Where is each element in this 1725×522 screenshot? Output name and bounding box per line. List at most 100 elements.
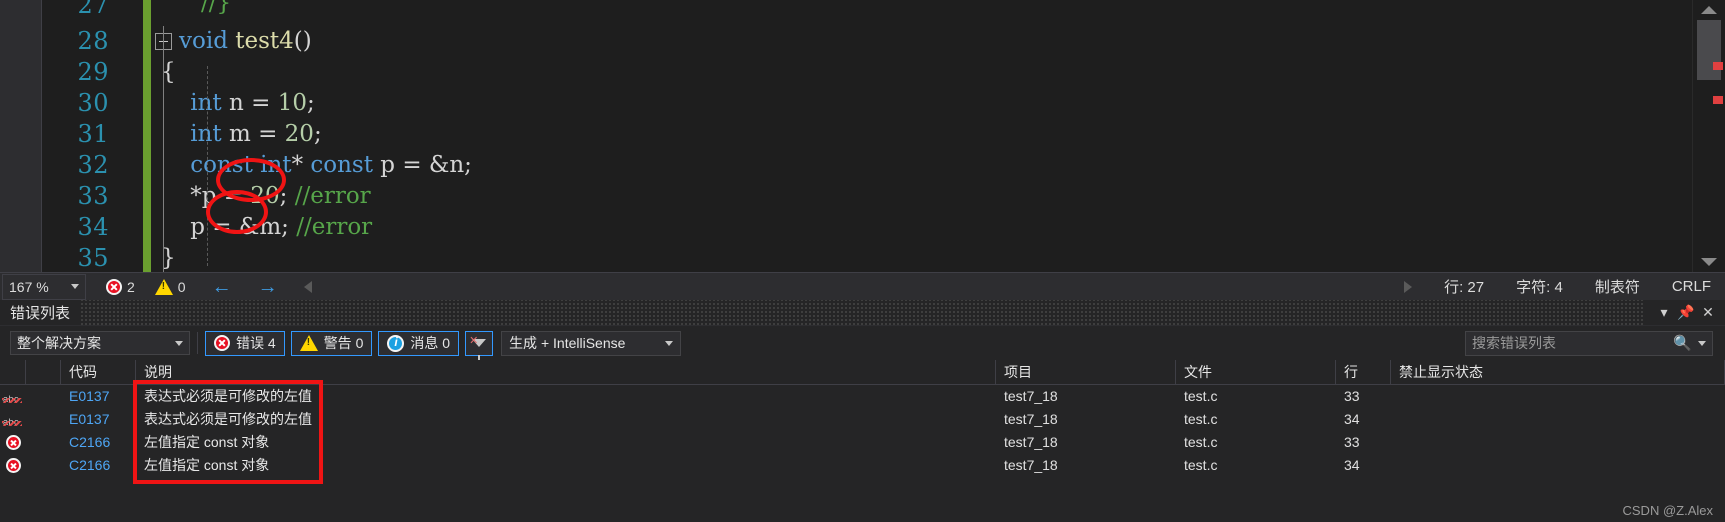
cell-line[interactable]: 34 [1336,408,1391,431]
code-token: *p = [161,183,251,209]
chevron-down-icon [665,340,674,346]
navigate-backward-icon[interactable]: ← [212,277,232,297]
status-char-number: 字符: 4 [1516,279,1563,296]
code-line[interactable]: 27 //} [43,0,1692,26]
scope-combobox[interactable]: 整个解决方案 [10,331,190,355]
line-number: 30 [77,89,109,117]
build-filter-combobox[interactable]: 生成 + IntelliSense [501,330,682,356]
cell-sup[interactable] [1391,454,1725,477]
info-icon [387,334,405,352]
search-error-list-box[interactable]: 搜索错误列表 🔍 [1465,330,1713,356]
column-header-proj[interactable]: 项目 [996,359,1176,385]
panel-drag-grip[interactable] [80,299,1643,326]
status-warning-count[interactable]: 0 [154,278,186,295]
cell-icon[interactable] [0,454,26,477]
table-row[interactable]: abc E0137表达式必须是可修改的左值test7_18test.c33 [0,385,1725,408]
cell-sup[interactable] [1391,431,1725,454]
error-list-rows[interactable]: abcE0137表达式必须是可修改的左值test7_18test.c33abcE… [0,385,1725,477]
code-text: *p = 20; //error [161,181,370,212]
navigate-forward-icon[interactable]: → [258,277,278,297]
cell-desc[interactable]: 表达式必须是可修改的左值 [136,385,996,408]
horizontal-scroll-right-icon[interactable] [1404,280,1413,293]
scrollbar-thumb[interactable] [1697,20,1721,80]
cell-file[interactable]: test.c [1176,431,1336,454]
error-list-grid[interactable]: 代码说明项目文件行禁止显示状态 abcE0137表达式必须是可修改的左值test… [0,359,1725,522]
scroll-error-marker [1713,62,1723,70]
panel-close-icon[interactable]: ✕ [1697,302,1719,324]
code-token: ; [306,90,315,116]
zoom-level-combobox[interactable]: 167 % [2,273,86,300]
code-line[interactable]: 28 void test4() [43,26,1692,57]
search-icon[interactable]: 🔍 [1673,334,1692,352]
editor-text-area[interactable]: 27//} 28 void test4() 29{30 int n = 10; 31 i… [43,0,1692,272]
line-number: 27 [77,0,109,19]
code-line[interactable]: 30 int n = 10; [43,88,1692,119]
intellisense-squiggle-icon: abc [1,389,25,405]
cell-desc[interactable]: 左值指定 const 对象 [136,454,996,477]
changed-line-marker [143,26,151,57]
code-line[interactable]: 34 p = &m; //error [43,212,1692,243]
cell-code[interactable]: C2166 [61,454,136,477]
column-header-sup[interactable]: 禁止显示状态 [1391,359,1725,385]
changed-line-marker [143,88,151,119]
cell-desc[interactable]: 表达式必须是可修改的左值 [136,408,996,431]
cell-proj[interactable]: test7_18 [996,408,1176,431]
chevron-down-icon[interactable] [1698,340,1706,346]
filter-errors-button[interactable]: 错误 4 [205,330,285,356]
cell-code[interactable]: E0137 [61,385,136,408]
cell-file[interactable]: test.c [1176,385,1336,408]
code-line[interactable]: 32 const int* const p = &n; [43,150,1692,181]
cell-file[interactable]: test.c [1176,454,1336,477]
cell-sup[interactable] [1391,408,1725,431]
search-input-placeholder[interactable]: 搜索错误列表 [1472,333,1667,353]
warning-icon [299,335,318,351]
cell-code[interactable]: E0137 [61,408,136,431]
cell-desc[interactable]: 左值指定 const 对象 [136,431,996,454]
warning-icon [154,278,173,295]
cell-proj[interactable]: test7_18 [996,385,1176,408]
code-line[interactable]: 33 *p = 20; //error [43,181,1692,212]
table-row[interactable]: abc E0137表达式必须是可修改的左值test7_18test.c34 [0,408,1725,431]
code-line[interactable]: 35} [43,243,1692,272]
scroll-up-arrow-icon[interactable] [1701,6,1717,14]
cell-file[interactable]: test.c [1176,408,1336,431]
column-header-desc[interactable]: 说明 [136,359,996,385]
cell-line[interactable]: 34 [1336,454,1391,477]
filter-warnings-button[interactable]: 警告 0 [290,330,373,356]
panel-menu-chevron-down-icon[interactable]: ▾ [1653,302,1675,324]
panel-pin-icon[interactable]: 📌 [1675,302,1697,324]
cell-proj[interactable]: test7_18 [996,431,1176,454]
changed-line-marker [143,181,151,212]
column-header-file[interactable]: 文件 [1176,359,1336,385]
cell-code[interactable]: C2166 [61,431,136,454]
horizontal-scroll-left-icon[interactable] [303,280,312,293]
scroll-down-arrow-icon[interactable] [1701,258,1717,266]
column-header-icon[interactable] [0,359,26,385]
table-row[interactable]: C2166 左值指定 const 对象 test7_18 test.c 34 [0,454,1725,477]
code-line[interactable]: 29{ [43,57,1692,88]
cell-line[interactable]: 33 [1336,385,1391,408]
editor-vertical-scrollbar[interactable] [1692,0,1725,272]
cell-line[interactable]: 33 [1336,431,1391,454]
chevron-down-icon [71,284,79,289]
error-list-column-headers[interactable]: 代码 说明 项目 文件行禁止显示状态 [0,359,1725,385]
filter-messages-button[interactable]: 消息 0 [378,330,460,356]
cell-icon[interactable]: abc [0,385,26,408]
code-line[interactable]: 31 int m = 20; [43,119,1692,150]
status-bar-right-group: 行: 27 字符: 4 制表符 CRLF [1372,276,1725,297]
cell-sup[interactable] [1391,385,1725,408]
cell-icon[interactable] [0,431,26,454]
cell-proj[interactable]: test7_18 [996,454,1176,477]
clear-filter-button[interactable]: ✕ [465,330,494,360]
changed-line-marker [143,150,151,181]
changed-line-marker [143,243,151,272]
breakpoint-gutter[interactable] [0,0,42,272]
status-error-count[interactable]: 2 [106,278,135,295]
code-editor[interactable]: 27//} 28 void test4() 29{30 int n = 10; 31 i… [0,0,1725,272]
code-token: int [161,121,222,147]
cell-icon[interactable]: abc [0,408,26,431]
column-header-code[interactable]: 代码 [61,359,136,385]
column-header-blank[interactable] [26,359,61,385]
column-header-line[interactable]: 行 [1336,359,1391,385]
table-row[interactable]: C2166 左值指定 const 对象 test7_18 test.c 33 [0,431,1725,454]
